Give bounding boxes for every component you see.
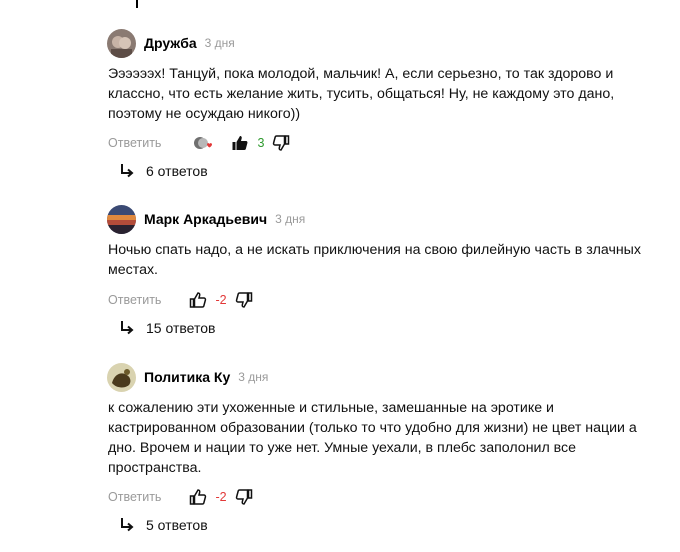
reply-button[interactable]: Ответить	[108, 490, 161, 504]
thumbs-up-icon[interactable]	[231, 134, 249, 152]
thumbs-down-icon[interactable]	[235, 488, 253, 506]
comment-actions: Ответить -2	[108, 485, 253, 509]
avatar[interactable]	[107, 362, 136, 392]
score: -2	[215, 490, 227, 504]
reactions: -2	[189, 291, 252, 309]
reply-arrow-icon	[121, 164, 134, 178]
comment-date: 3 дня	[238, 370, 269, 384]
reactions-icon[interactable]	[193, 135, 215, 151]
comment-text: Ночью спать надо, а не искать приключени…	[108, 242, 641, 278]
answers-link[interactable]: 15 ответов	[119, 317, 215, 339]
reactions: 3	[193, 134, 290, 152]
thumbs-up-icon[interactable]	[189, 488, 207, 506]
answers-link[interactable]: 5 ответов	[119, 514, 208, 536]
reply-button[interactable]: Ответить	[108, 293, 161, 307]
comment-date: 3 дня	[275, 212, 306, 226]
comment-actions: Ответить -2	[108, 288, 253, 312]
comment-header: Марк Аркадьевич 3 дня	[107, 204, 305, 234]
comment-date: 3 дня	[204, 36, 235, 50]
author-name[interactable]: Политика Ку	[144, 369, 230, 385]
comment-header: Дружба 3 дня	[107, 28, 235, 58]
avatar[interactable]	[107, 28, 136, 58]
thumbs-down-icon[interactable]	[235, 291, 253, 309]
thumbs-down-icon[interactable]	[272, 134, 290, 152]
answers-link[interactable]: 6 ответов	[119, 160, 208, 182]
comment-text: к сожалению эти ухоженные и стильные, за…	[108, 400, 637, 476]
comment-header: Политика Ку 3 дня	[107, 362, 268, 392]
author-name[interactable]: Марк Аркадьевич	[144, 211, 267, 227]
thread-line	[136, 0, 138, 8]
answers-count: 6 ответов	[146, 163, 208, 179]
thumbs-up-icon[interactable]	[189, 291, 207, 309]
score: -2	[215, 293, 227, 307]
score: 3	[257, 136, 265, 150]
reply-arrow-icon	[121, 321, 134, 335]
comment-text: Ээээээх! Танцуй, пока молодой, мальчик! …	[108, 66, 615, 122]
reactions: -2	[189, 488, 252, 506]
comment-actions: Ответить 3	[108, 131, 290, 155]
reply-button[interactable]: Ответить	[108, 136, 161, 150]
avatar[interactable]	[107, 204, 136, 234]
answers-count: 15 ответов	[146, 320, 216, 336]
reply-arrow-icon	[121, 518, 134, 532]
author-name[interactable]: Дружба	[144, 35, 197, 51]
answers-count: 5 ответов	[146, 517, 208, 533]
